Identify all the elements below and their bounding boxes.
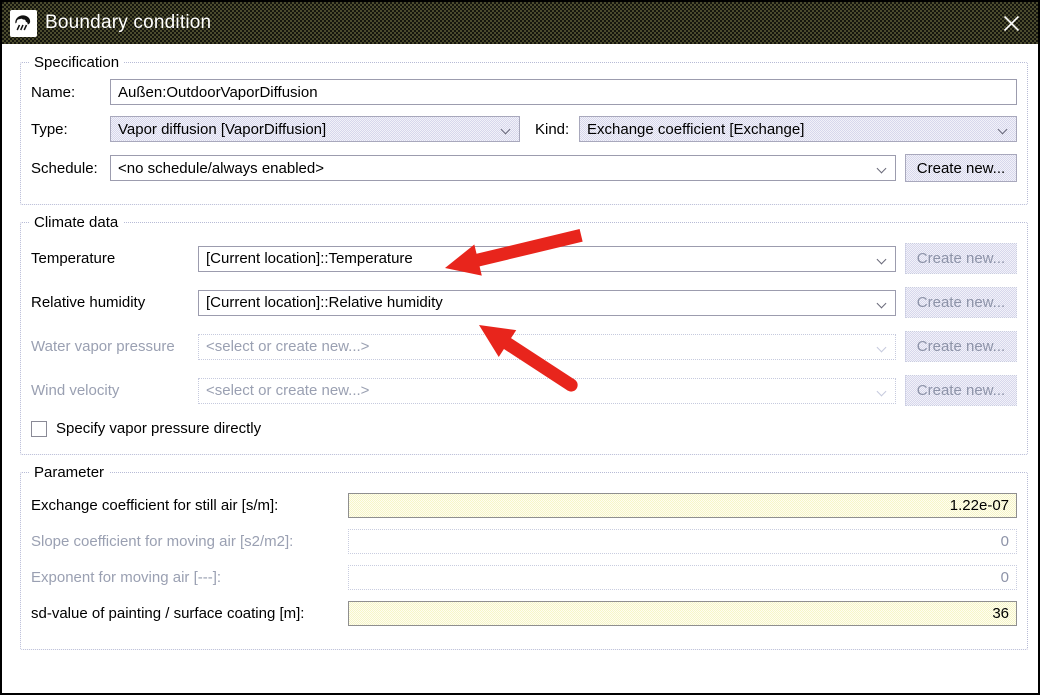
chevron-down-icon <box>501 125 511 135</box>
sd-value-field[interactable]: 36 <box>348 601 1017 626</box>
wind-velocity-combobox: <select or create new...> <box>198 378 896 404</box>
water-vapor-pressure-combobox-value: <select or create new...> <box>206 338 369 355</box>
slope-coefficient-label: Slope coefficient for moving air [s2/m2]… <box>31 533 348 550</box>
parameter-group: Parameter Exchange coefficient for still… <box>20 472 1028 650</box>
relative-humidity-label: Relative humidity <box>31 294 198 311</box>
slope-coefficient-row: Slope coefficient for moving air [s2/m2]… <box>31 529 1017 554</box>
specify-vapor-pressure-label: Specify vapor pressure directly <box>56 420 261 437</box>
window-title: Boundary condition <box>45 12 996 34</box>
type-label: Type: <box>31 121 110 138</box>
schedule-combobox[interactable]: <no schedule/always enabled> <box>110 155 896 181</box>
type-combobox-value: Vapor diffusion [VaporDiffusion] <box>118 121 326 138</box>
create-new-wind-velocity-button[interactable]: Create new... <box>905 375 1017 406</box>
kind-combobox[interactable]: Exchange coefficient [Exchange] <box>579 116 1017 142</box>
relative-humidity-combobox[interactable]: [Current location]::Relative humidity <box>198 290 896 316</box>
close-button[interactable] <box>996 8 1026 38</box>
wind-velocity-label: Wind velocity <box>31 382 198 399</box>
type-combobox[interactable]: Vapor diffusion [VaporDiffusion] <box>110 116 520 142</box>
sd-value-row: sd-value of painting / surface coating [… <box>31 601 1017 626</box>
specification-group-title: Specification <box>29 54 124 71</box>
relative-humidity-combobox-value: [Current location]::Relative humidity <box>206 294 443 311</box>
schedule-label: Schedule: <box>31 160 110 177</box>
create-new-schedule-button[interactable]: Create new... <box>905 154 1017 182</box>
temperature-combobox[interactable]: [Current location]::Temperature <box>198 246 896 272</box>
specification-group: Specification Name: Außen:OutdoorVaporDi… <box>20 62 1028 205</box>
temperature-combobox-value: [Current location]::Temperature <box>206 250 413 267</box>
sd-value-value: 36 <box>992 605 1009 622</box>
exchange-coefficient-field[interactable]: 1.22e-07 <box>348 493 1017 518</box>
exponent-label: Exponent for moving air [---]: <box>31 569 348 586</box>
exchange-coefficient-value: 1.22e-07 <box>950 497 1009 514</box>
create-new-relative-humidity-button[interactable]: Create new... <box>905 287 1017 318</box>
wind-velocity-combobox-value: <select or create new...> <box>206 382 369 399</box>
climate-data-group-title: Climate data <box>29 214 123 231</box>
exponent-field: 0 <box>348 565 1017 590</box>
exponent-row: Exponent for moving air [---]: 0 <box>31 565 1017 590</box>
close-icon <box>1002 14 1021 33</box>
slope-coefficient-field: 0 <box>348 529 1017 554</box>
kind-label: Kind: <box>535 121 579 138</box>
chevron-down-icon <box>877 298 887 308</box>
create-new-temperature-button[interactable]: Create new... <box>905 243 1017 274</box>
parameter-group-title: Parameter <box>29 464 109 481</box>
slope-coefficient-value: 0 <box>1001 533 1009 550</box>
exponent-value: 0 <box>1001 569 1009 586</box>
sd-value-label: sd-value of painting / surface coating [… <box>31 605 348 622</box>
water-vapor-pressure-combobox: <select or create new...> <box>198 334 896 360</box>
chevron-down-icon <box>877 254 887 264</box>
specify-vapor-pressure-checkbox[interactable] <box>31 421 47 437</box>
app-icon <box>10 10 37 37</box>
dialog-body: Specification Name: Außen:OutdoorVaporDi… <box>2 44 1038 650</box>
boundary-condition-dialog: Boundary condition Specification Name: A… <box>0 0 1040 695</box>
titlebar[interactable]: Boundary condition <box>2 2 1038 44</box>
temperature-label: Temperature <box>31 250 198 267</box>
exchange-coefficient-row: Exchange coefficient for still air [s/m]… <box>31 493 1017 518</box>
schedule-combobox-value: <no schedule/always enabled> <box>118 160 324 177</box>
water-vapor-pressure-label: Water vapor pressure <box>31 338 198 355</box>
chevron-down-icon <box>877 386 887 396</box>
create-new-water-vapor-pressure-button[interactable]: Create new... <box>905 331 1017 362</box>
schedule-row: Schedule: <no schedule/always enabled> C… <box>31 154 1017 182</box>
temperature-row: Temperature [Current location]::Temperat… <box>31 243 1017 274</box>
name-label: Name: <box>31 84 110 101</box>
type-kind-row: Type: Vapor diffusion [VaporDiffusion] K… <box>31 116 1017 142</box>
specify-vapor-pressure-row: Specify vapor pressure directly <box>31 420 1017 437</box>
name-input-value: Außen:OutdoorVaporDiffusion <box>118 84 318 101</box>
kind-combobox-value: Exchange coefficient [Exchange] <box>587 121 804 138</box>
climate-data-group: Climate data Temperature [Current locati… <box>20 222 1028 455</box>
water-vapor-pressure-row: Water vapor pressure <select or create n… <box>31 331 1017 362</box>
rain-cloud-icon <box>13 13 34 34</box>
relative-humidity-row: Relative humidity [Current location]::Re… <box>31 287 1017 318</box>
chevron-down-icon <box>998 125 1008 135</box>
chevron-down-icon <box>877 164 887 174</box>
wind-velocity-row: Wind velocity <select or create new...> … <box>31 375 1017 406</box>
exchange-coefficient-label: Exchange coefficient for still air [s/m]… <box>31 497 348 514</box>
chevron-down-icon <box>877 342 887 352</box>
name-input[interactable]: Außen:OutdoorVaporDiffusion <box>110 79 1017 105</box>
name-row: Name: Außen:OutdoorVaporDiffusion <box>31 79 1017 105</box>
